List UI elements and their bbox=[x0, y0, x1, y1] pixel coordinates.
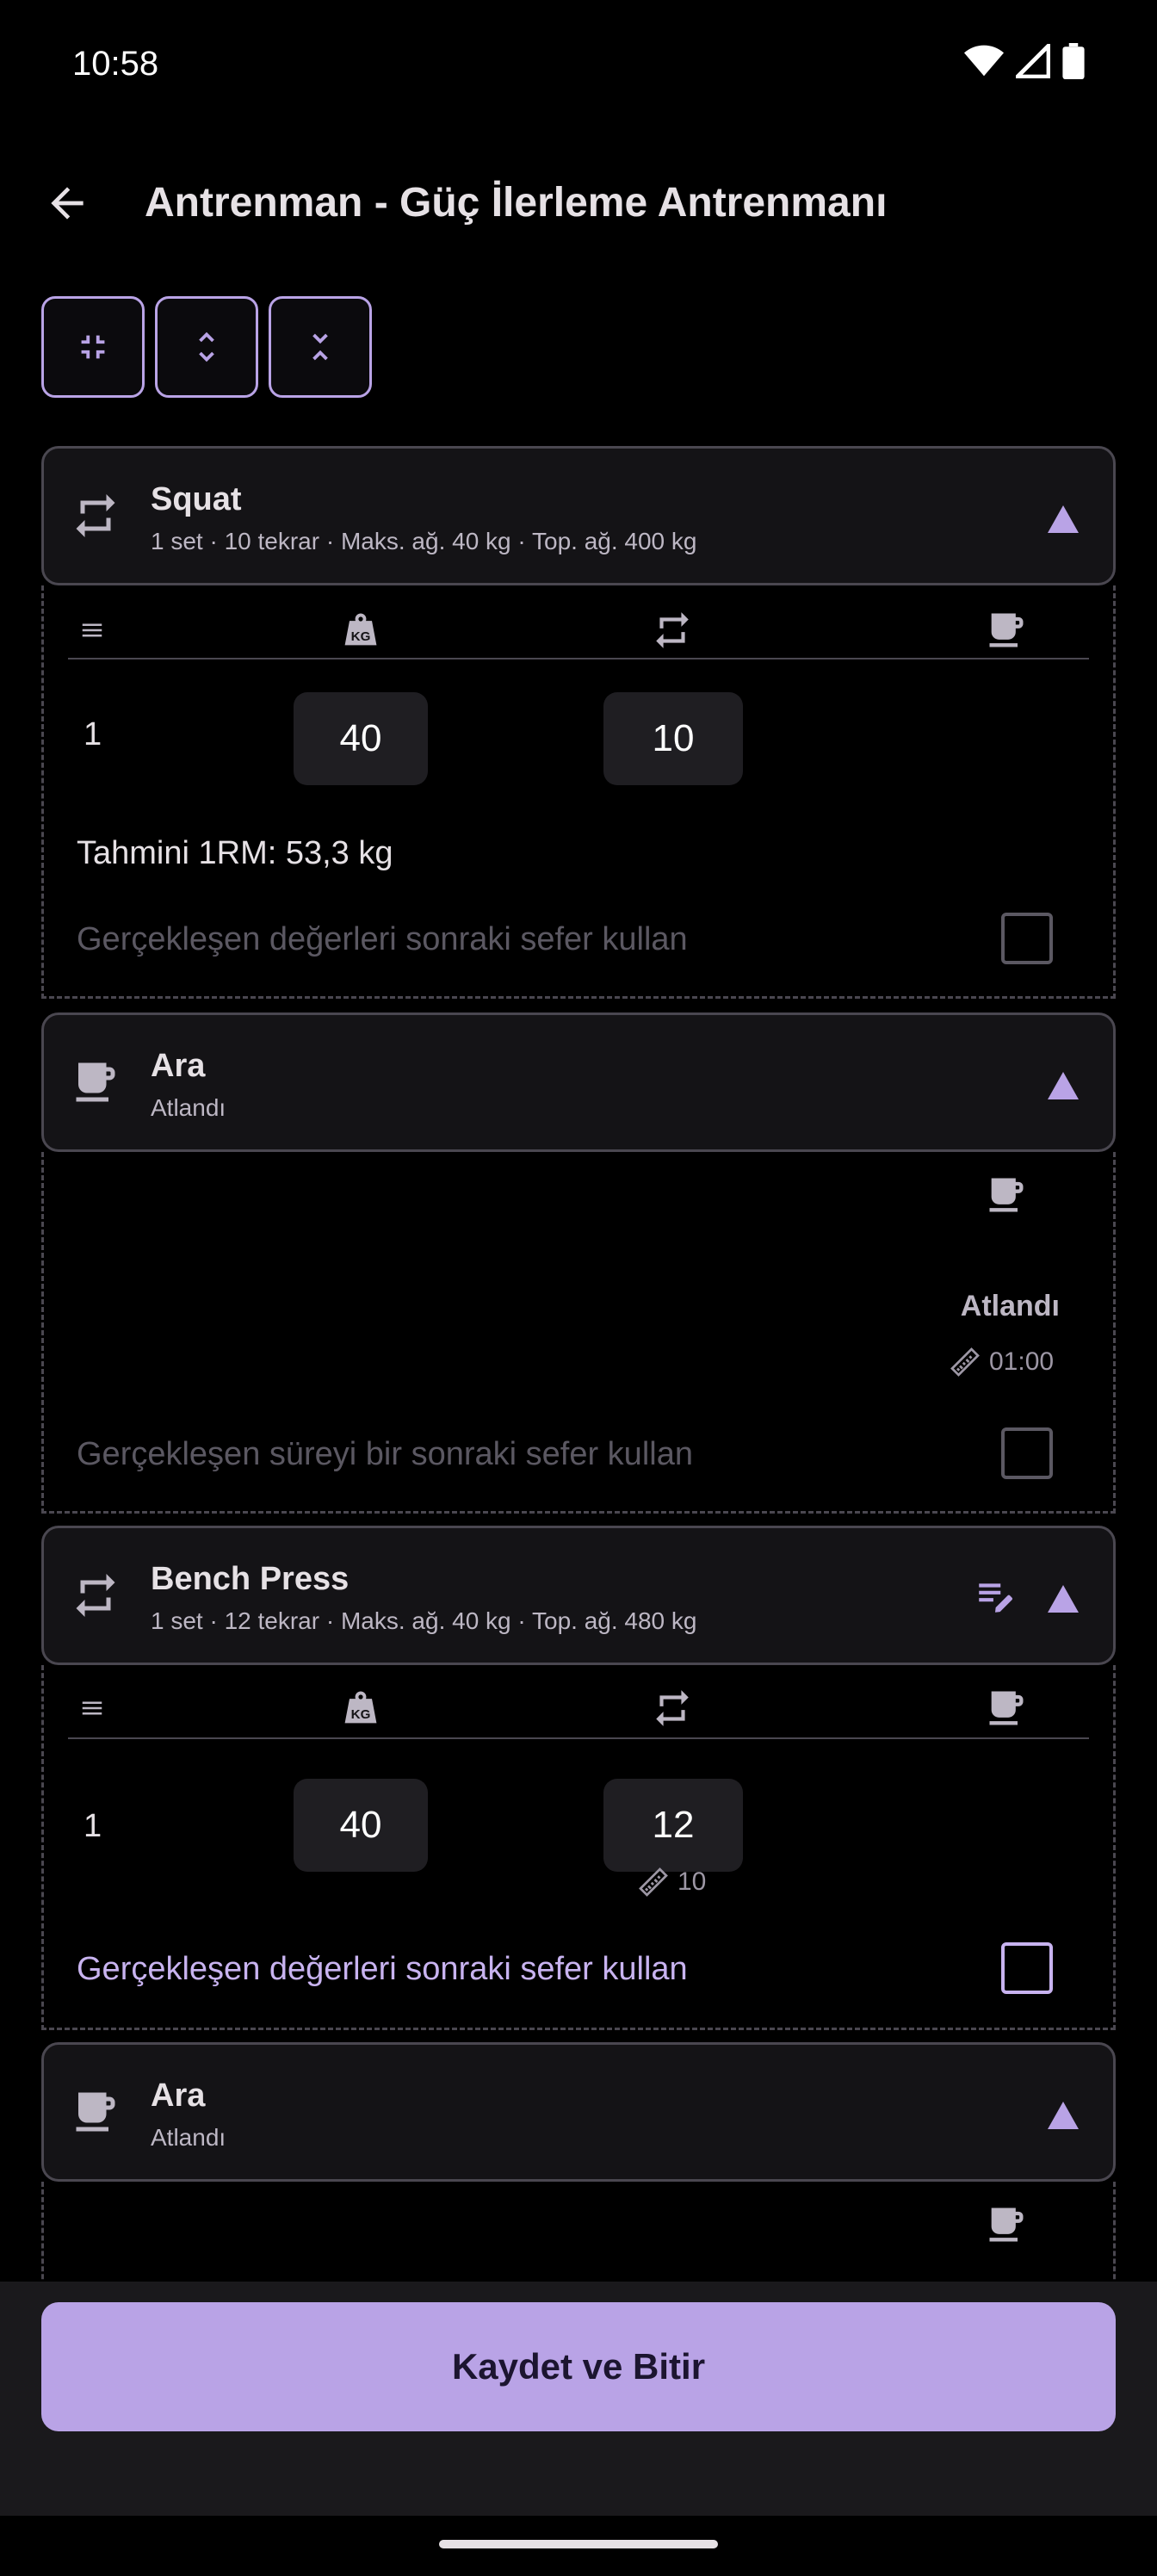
ruler-icon bbox=[639, 1867, 668, 1897]
weight-kg-icon: KG bbox=[344, 1691, 377, 1724]
column-set bbox=[66, 1682, 118, 1734]
ruler-icon bbox=[950, 1347, 980, 1377]
rest-title: Ara bbox=[151, 1048, 206, 1084]
rest-duration-target: 01:00 bbox=[950, 1347, 1054, 1378]
use-actual-values-label: Gerçekleşen değerleri sonraki sefer kull… bbox=[77, 921, 688, 957]
column-rest bbox=[981, 1169, 1032, 1221]
coffee-icon bbox=[989, 2208, 1024, 2242]
header-divider bbox=[68, 1737, 1089, 1739]
weight-input[interactable]: 40 bbox=[294, 1779, 428, 1872]
coffee-icon bbox=[76, 1062, 115, 1102]
collapse-icon bbox=[81, 335, 105, 359]
rest-summary: Atlandı bbox=[151, 1094, 226, 1121]
rest-duration: 01:00 bbox=[989, 1347, 1055, 1376]
collapse-all-button[interactable] bbox=[41, 296, 145, 398]
weight-kg-icon: KG bbox=[344, 613, 377, 646]
svg-text:KG: KG bbox=[351, 629, 371, 644]
reps-target: 10 bbox=[638, 1867, 706, 1898]
battery-icon bbox=[1062, 43, 1085, 79]
list-icon bbox=[82, 623, 102, 637]
use-actual-values-checkbox[interactable] bbox=[1001, 1942, 1053, 1994]
rest-title: Ara bbox=[151, 2078, 206, 2114]
exercise-summary: 1 set · 12 tekrar · Maks. ağ. 40 kg · To… bbox=[151, 1607, 697, 1634]
bottom-action-bar: Kaydet ve Bitir bbox=[0, 2282, 1157, 2516]
wifi-icon bbox=[964, 45, 1004, 77]
arrow-back-icon bbox=[51, 187, 84, 220]
header-divider bbox=[68, 658, 1089, 659]
repeat-icon bbox=[656, 612, 689, 648]
collapse-arrow-icon[interactable] bbox=[1046, 1582, 1080, 1616]
exercise-card-body: KG 1 40 12 10 Gerçekleşen değerleri sonr… bbox=[41, 1665, 1116, 2030]
column-rest bbox=[981, 604, 1032, 656]
reps-input[interactable]: 10 bbox=[603, 692, 743, 785]
fold-all-button[interactable] bbox=[269, 296, 372, 398]
coffee-icon bbox=[989, 1178, 1024, 1212]
column-rest bbox=[981, 2199, 1032, 2251]
status-icons bbox=[964, 43, 1085, 79]
collapse-arrow-icon[interactable] bbox=[1046, 1068, 1080, 1103]
repeat-icon bbox=[76, 494, 115, 537]
rest-card-body: Atlandı 01:00 Gerçekleşen süreyi bir son… bbox=[41, 1152, 1116, 1514]
exercise-title: Squat bbox=[151, 481, 242, 517]
back-button[interactable] bbox=[26, 162, 108, 245]
exercise-card-header[interactable]: Bench Press 1 set · 12 tekrar · Maks. ağ… bbox=[41, 1526, 1116, 1665]
unfold-more-icon bbox=[199, 331, 214, 362]
collapse-arrow-icon[interactable] bbox=[1046, 502, 1080, 536]
column-set bbox=[66, 604, 118, 656]
expand-all-button[interactable] bbox=[155, 296, 258, 398]
estimated-1rm: Tahmini 1RM: 53,3 kg bbox=[77, 835, 393, 871]
edit-note-icon[interactable] bbox=[974, 1575, 1017, 1618]
exercise-card-header[interactable]: Squat 1 set · 10 tekrar · Maks. ağ. 40 k… bbox=[41, 446, 1116, 585]
unfold-less-icon bbox=[312, 333, 328, 361]
use-actual-duration-label: Gerçekleşen süreyi bir sonraki sefer kul… bbox=[77, 1436, 693, 1472]
coffee-icon bbox=[989, 1691, 1024, 1725]
column-weight: KG bbox=[335, 604, 387, 656]
weight-input[interactable]: 40 bbox=[294, 692, 428, 785]
exercise-summary: 1 set · 10 tekrar · Maks. ağ. 40 kg · To… bbox=[151, 528, 697, 554]
toolbar bbox=[41, 296, 372, 398]
coffee-icon bbox=[989, 613, 1024, 647]
reps-target-value: 10 bbox=[677, 1867, 707, 1896]
top-app-bar: Antrenman - Güç İlerleme Antrenmanı bbox=[0, 155, 1157, 251]
set-number: 1 bbox=[84, 1808, 102, 1844]
list-icon bbox=[82, 1701, 102, 1715]
page-title: Antrenman - Güç İlerleme Antrenmanı bbox=[145, 180, 888, 226]
rest-status: Atlandı bbox=[960, 1290, 1060, 1322]
svg-text:KG: KG bbox=[351, 1707, 371, 1722]
column-rest bbox=[981, 1682, 1032, 1734]
exercise-card-body: KG 1 40 10 Tahmini 1RM: 53,3 kg Gerçekle… bbox=[41, 585, 1116, 999]
use-actual-values-checkbox[interactable] bbox=[1001, 913, 1053, 964]
column-reps bbox=[647, 1682, 698, 1734]
signal-icon bbox=[1016, 44, 1050, 78]
status-bar: 10:58 bbox=[0, 0, 1157, 129]
status-time: 10:58 bbox=[72, 45, 159, 83]
exercise-title: Bench Press bbox=[151, 1561, 350, 1597]
rest-card-header[interactable]: Ara Atlandı bbox=[41, 2042, 1116, 2182]
collapse-arrow-icon[interactable] bbox=[1046, 2098, 1080, 2133]
reps-input[interactable]: 12 bbox=[603, 1779, 743, 1872]
column-reps bbox=[647, 604, 698, 656]
set-number: 1 bbox=[84, 716, 102, 752]
use-actual-duration-checkbox[interactable] bbox=[1001, 1427, 1053, 1479]
navigation-handle[interactable] bbox=[439, 2540, 718, 2548]
repeat-icon bbox=[656, 1690, 689, 1726]
rest-summary: Atlandı bbox=[151, 2124, 226, 2151]
repeat-icon bbox=[76, 1574, 115, 1617]
rest-card-header[interactable]: Ara Atlandı bbox=[41, 1012, 1116, 1152]
column-weight: KG bbox=[335, 1682, 387, 1734]
save-and-finish-button[interactable]: Kaydet ve Bitir bbox=[41, 2302, 1116, 2431]
use-actual-values-label: Gerçekleşen değerleri sonraki sefer kull… bbox=[77, 1951, 688, 1987]
coffee-icon bbox=[76, 2092, 115, 2132]
